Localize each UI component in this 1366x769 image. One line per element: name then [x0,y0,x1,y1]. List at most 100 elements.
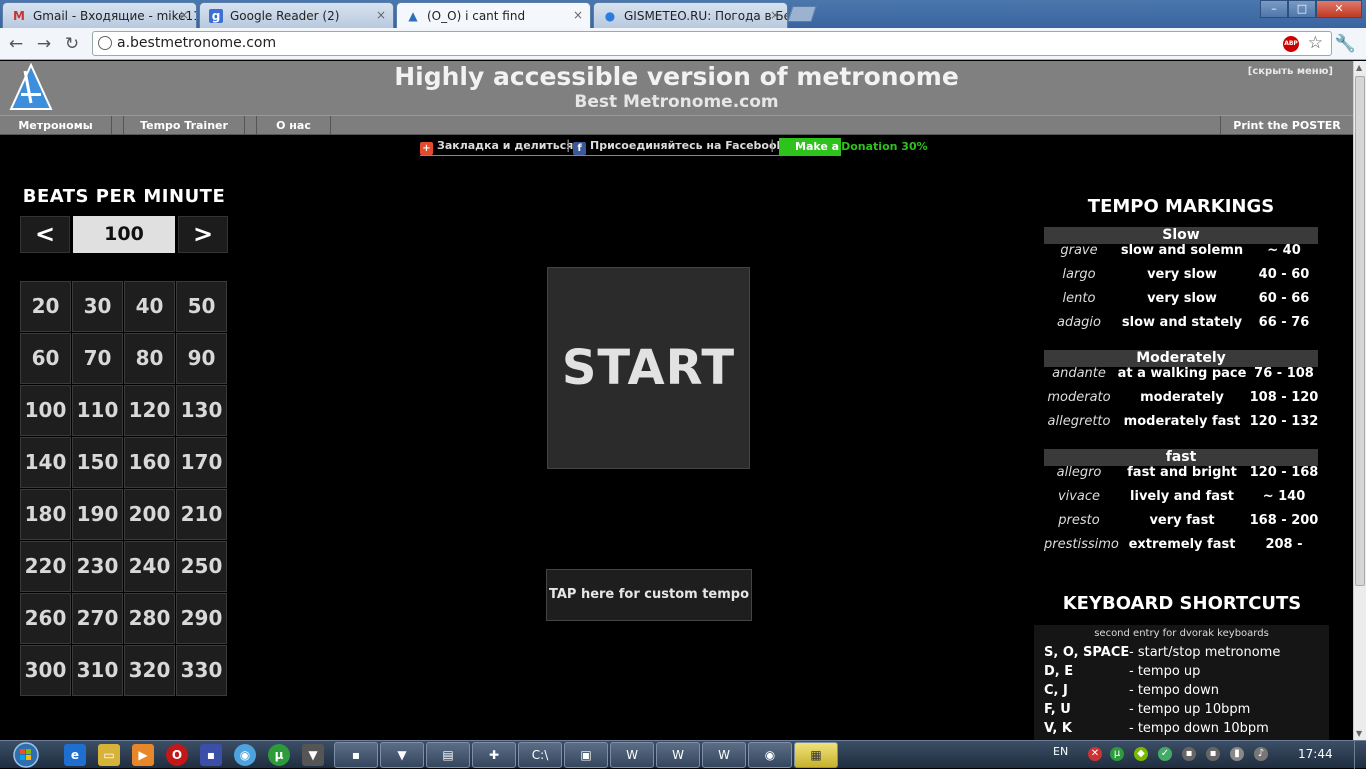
bpm-preset-button[interactable]: 70 [72,333,123,384]
bpm-preset-button[interactable]: 110 [72,385,123,436]
scroll-up-icon[interactable]: ▲ [1356,63,1362,72]
tab-gismeteo[interactable]: ● GISMETEO.RU: Погода в Бе × [593,2,788,28]
nvidia-icon[interactable]: ◆ [1134,747,1148,761]
bpm-preset-button[interactable]: 230 [72,541,123,592]
bpm-preset-button[interactable]: 200 [124,489,175,540]
bpm-preset-button[interactable]: 60 [20,333,71,384]
clock[interactable]: 17:44 [1298,747,1333,761]
tab-close-icon[interactable]: × [573,8,583,22]
windows-start-icon[interactable] [6,741,46,769]
tab-google-reader[interactable]: g Google Reader (2) × [199,2,394,28]
bpm-preset-button[interactable]: 130 [176,385,227,436]
scroll-down-icon[interactable]: ▼ [1356,729,1362,738]
donate-link[interactable]: Make a Donation 30% [779,138,928,156]
bpm-preset-button[interactable]: 140 [20,437,71,488]
bpm-preset-button[interactable]: 290 [176,593,227,644]
facebook-link[interactable]: f Присоединяйтесь на Facebook [573,138,784,156]
bpm-preset-button[interactable]: 30 [72,281,123,332]
taskbar-app-4[interactable]: ✚ [472,742,516,768]
menu-item-about[interactable]: О нас [256,116,331,135]
bpm-preset-button[interactable]: 210 [176,489,227,540]
bpm-preset-button[interactable]: 170 [176,437,227,488]
bpm-preset-button[interactable]: 220 [20,541,71,592]
ie-icon[interactable]: e [64,744,86,766]
tray-icon[interactable]: µ [1110,747,1124,761]
taskbar-word-icon[interactable]: W [610,742,654,768]
tab-metronome[interactable]: ▲ (O_O) i cant find × [396,2,591,29]
tempo-decrease-button[interactable]: < [20,216,70,253]
bpm-preset-button[interactable]: 120 [124,385,175,436]
taskbar-chrome-icon[interactable]: ◉ [748,742,792,768]
start-button[interactable]: START [547,267,750,469]
taskbar-word-icon[interactable]: W [702,742,746,768]
hide-menu-link[interactable]: [скрыть меню] [1248,66,1333,77]
bpm-preset-button[interactable]: 300 [20,645,71,696]
bpm-preset-button[interactable]: 20 [20,281,71,332]
bpm-preset-button[interactable]: 150 [72,437,123,488]
bpm-preset-button[interactable]: 190 [72,489,123,540]
bpm-preset-button[interactable]: 40 [124,281,175,332]
bpm-preset-button[interactable]: 100 [20,385,71,436]
taskbar-app-6[interactable]: ▣ [564,742,608,768]
tap-tempo-button[interactable]: TAP here for custom tempo [546,569,752,621]
vertical-scrollbar[interactable]: ▲ ▼ [1353,61,1366,740]
menu-item-metronomes[interactable]: Метрономы [0,116,112,135]
tray-icon[interactable]: ▪ [1182,747,1196,761]
tray-icon[interactable]: ✕ [1088,747,1102,761]
taskbar-app-highlighted[interactable]: ▦ [794,742,838,768]
site-subtitle[interactable]: Best Metronome.com [0,92,1353,112]
adblock-icon[interactable]: ABP [1283,36,1299,52]
volume-icon[interactable]: ♪ [1254,747,1268,761]
bookmark-star-icon[interactable]: ☆ [1308,33,1323,53]
bpm-preset-button[interactable]: 50 [176,281,227,332]
back-icon[interactable]: ← [5,33,27,55]
bpm-preset-button[interactable]: 320 [124,645,175,696]
network-icon[interactable]: ▮ [1230,747,1244,761]
scrollbar-thumb[interactable] [1355,76,1365,586]
app-icon[interactable]: ▼ [302,744,324,766]
print-poster-link[interactable]: Print the POSTER [1220,116,1353,135]
tray-icon[interactable]: ▪ [1206,747,1220,761]
address-bar[interactable]: a.bestmetronome.com ABP ☆ [92,31,1332,56]
utorrent-icon[interactable]: µ [268,744,290,766]
maximize-icon[interactable]: □ [1288,0,1316,18]
bpm-preset-button[interactable]: 280 [124,593,175,644]
language-indicator[interactable]: EN [1053,745,1068,758]
tab-close-icon[interactable]: × [770,8,780,22]
menu-item-tempo-trainer[interactable]: Tempo Trainer [123,116,245,135]
media-player-icon[interactable]: ▶ [132,744,154,766]
wrench-icon[interactable]: 🔧 [1335,34,1356,54]
bookmark-share-link[interactable]: + Закладка и делиться [420,138,574,156]
bpm-preset-button[interactable]: 90 [176,333,227,384]
tab-gmail[interactable]: M Gmail - Входящие - mike11 × [2,2,197,28]
bpm-preset-button[interactable]: 240 [124,541,175,592]
tray-icon[interactable]: ✓ [1158,747,1172,761]
bpm-preset-button[interactable]: 330 [176,645,227,696]
minimize-icon[interactable]: – [1260,0,1288,18]
new-tab-button[interactable] [787,6,817,22]
window-close-icon[interactable]: ✕ [1316,0,1362,18]
show-desktop-button[interactable] [1354,741,1366,769]
bpm-value-field[interactable]: 100 [73,216,175,253]
taskbar-cmd-icon[interactable]: C:\ [518,742,562,768]
taskbar-app-2[interactable]: ▼ [380,742,424,768]
bpm-preset-button[interactable]: 270 [72,593,123,644]
taskbar-word-icon[interactable]: W [656,742,700,768]
explorer-folder-icon[interactable]: ▭ [98,744,120,766]
tempo-increase-button[interactable]: > [178,216,228,253]
chrome-icon[interactable]: ◉ [234,744,256,766]
bpm-preset-button[interactable]: 80 [124,333,175,384]
opera-icon[interactable]: O [166,744,188,766]
forward-icon[interactable]: → [33,33,55,55]
bpm-preset-button[interactable]: 310 [72,645,123,696]
taskbar-app-1[interactable]: ▪ [334,742,378,768]
reload-icon[interactable]: ↻ [61,33,83,55]
floppy-icon[interactable]: ▪ [200,744,222,766]
tab-close-icon[interactable]: × [376,8,386,22]
bpm-preset-button[interactable]: 160 [124,437,175,488]
bpm-preset-button[interactable]: 260 [20,593,71,644]
tab-close-icon[interactable]: × [179,8,189,22]
bpm-preset-button[interactable]: 180 [20,489,71,540]
bpm-preset-button[interactable]: 250 [176,541,227,592]
taskbar-app-3[interactable]: ▤ [426,742,470,768]
